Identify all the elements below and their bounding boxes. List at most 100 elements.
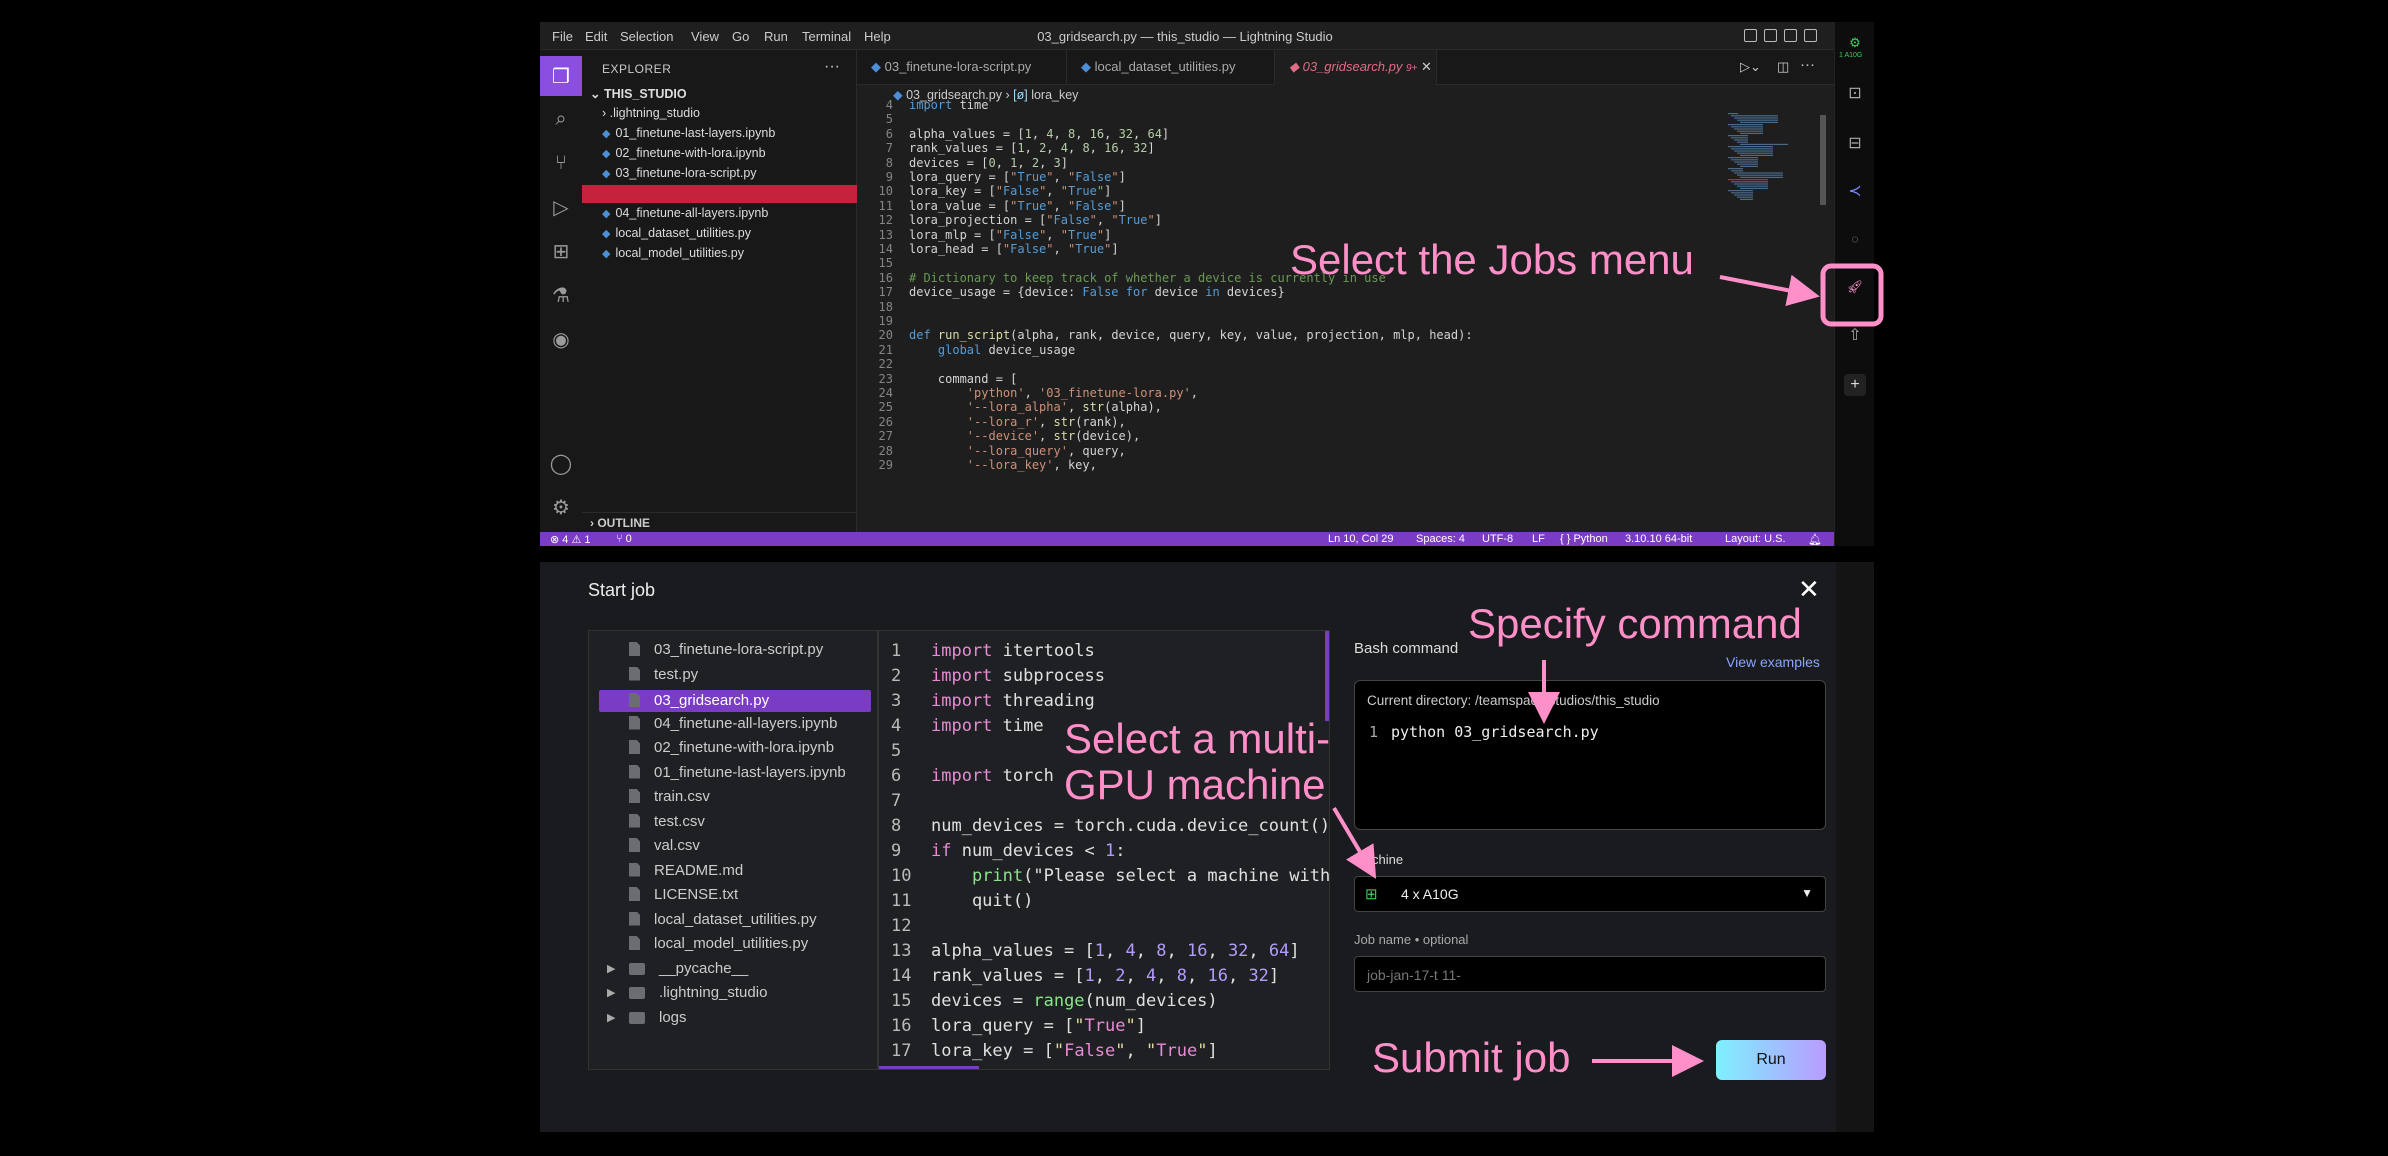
menu-selection[interactable]: Selection [620, 29, 673, 44]
menu-go[interactable]: Go [732, 29, 749, 44]
customize-layout-icon[interactable] [1804, 29, 1817, 42]
code-line[interactable]: '--lora_query', query, [909, 444, 1126, 458]
add-plugin-icon[interactable]: + [1844, 374, 1866, 396]
explorer-item[interactable]: ◆ 04_finetune-all-layers.ipynb [602, 206, 768, 220]
code-line[interactable]: lora_query = ["True", "False"] [909, 170, 1126, 184]
code-line[interactable]: alpha_values = [1, 4, 8, 16, 32, 64] [909, 127, 1169, 141]
vertical-scrollbar[interactable] [1325, 631, 1329, 721]
code-line[interactable]: global device_usage [909, 343, 1075, 357]
close-icon[interactable]: ✕ [1421, 59, 1432, 74]
tab-gridsearch[interactable]: ◆ 03_gridsearch.py 9+ ✕ [1275, 50, 1437, 85]
account-icon[interactable]: ◯ [548, 450, 574, 476]
code-line[interactable]: '--lora_r', str(rank), [909, 415, 1126, 429]
tree-file[interactable]: 01_finetune-last-layers.ipynb [629, 764, 846, 781]
terminal-icon[interactable]: ⊡ [1844, 82, 1866, 104]
gpu-machine-icon[interactable]: ⚙ [1844, 32, 1866, 54]
tree-file[interactable]: 03_finetune-lora-script.py [629, 641, 823, 658]
explorer-item[interactable]: ◆ local_dataset_utilities.py [602, 226, 751, 240]
minimap[interactable] [1710, 105, 1834, 532]
folder-icon[interactable]: ⊟ [1844, 132, 1866, 154]
search-icon[interactable]: ⌕ [548, 106, 574, 132]
command-editor[interactable]: Current directory: /teamspace/studios/th… [1354, 680, 1826, 830]
code-line[interactable]: '--device', str(device), [909, 429, 1140, 443]
code-line[interactable]: device_usage = {device: False for device… [909, 285, 1285, 299]
job-name-input[interactable]: job-jan-17-t 11- [1354, 956, 1826, 992]
code-line[interactable]: rank_values = [1, 2, 4, 8, 16, 32] [909, 141, 1155, 155]
view-examples-link[interactable]: View examples [1726, 654, 1820, 670]
split-editor-icon[interactable]: ◫ [1777, 59, 1789, 75]
explorer-item[interactable]: ◆ 02_finetune-with-lora.ipynb [602, 146, 766, 160]
machine-select[interactable]: ⊞ 4 x A10G ▼ [1354, 876, 1826, 912]
ports-indicator[interactable]: ⑂ 0 [616, 533, 632, 545]
tree-folder[interactable]: ▶ .lightning_studio [607, 984, 767, 1001]
source-control-icon[interactable]: ⑂ [548, 150, 574, 176]
tab-local-dataset-utilities[interactable]: ◆ local_dataset_utilities.py [1067, 50, 1275, 85]
tree-file[interactable]: local_model_utilities.py [629, 935, 808, 952]
explorer-more-icon[interactable]: ··· [824, 58, 840, 76]
code-line[interactable]: lora_head = ["False", "True"] [909, 242, 1119, 256]
menu-edit[interactable]: Edit [585, 29, 607, 44]
toggle-secondary-sidebar-icon[interactable] [1784, 29, 1797, 42]
explorer-item[interactable]: ◆ local_model_utilities.py [602, 246, 744, 260]
code-line[interactable]: '--lora_key', key, [909, 458, 1097, 472]
explorer-item-selected[interactable]: 03_gridsearch.py [582, 185, 857, 203]
breadcrumb-symbol[interactable]: lora_key [1031, 88, 1078, 102]
tree-file[interactable]: test.py [629, 666, 698, 683]
explorer-item[interactable]: ◆ 03_finetune-lora-script.py [602, 166, 757, 180]
cursor-position[interactable]: Ln 10, Col 29 [1328, 533, 1393, 545]
keyboard-layout[interactable]: Layout: U.S. [1725, 533, 1786, 545]
github-icon[interactable]: ◉ [548, 326, 574, 352]
refresh-icon[interactable]: ◌ [1844, 228, 1866, 250]
indentation[interactable]: Spaces: 4 [1416, 533, 1465, 545]
tree-folder[interactable]: ▶ __pycache__ [607, 960, 748, 977]
settings-gear-icon[interactable]: ⚙ [548, 494, 574, 520]
toggle-sidebar-icon[interactable] [1744, 29, 1757, 42]
tree-file[interactable]: train.csv [629, 788, 710, 805]
code-line[interactable]: command = [ [909, 372, 1017, 386]
editor-more-icon[interactable]: ··· [1800, 56, 1815, 73]
code-line[interactable]: lora_value = ["True", "False"] [909, 199, 1126, 213]
menu-view[interactable]: View [691, 29, 719, 44]
testing-icon[interactable]: ⚗ [548, 282, 574, 308]
tab-finetune-lora-script[interactable]: ◆ 03_finetune-lora-script.py [857, 50, 1067, 85]
horizontal-scrollbar[interactable] [879, 1066, 979, 1069]
run-button[interactable]: Run [1716, 1040, 1826, 1080]
tensorboard-icon[interactable]: ⇧ [1844, 324, 1866, 346]
explorer-item[interactable]: ◆ 01_finetune-last-layers.ipynb [602, 126, 775, 140]
language-mode[interactable]: { } Python [1560, 533, 1608, 545]
code-line[interactable]: devices = [0, 1, 2, 3] [909, 156, 1068, 170]
tree-file[interactable]: val.csv [629, 837, 700, 854]
vscode-icon[interactable]: ≺ [1844, 180, 1866, 202]
root-folder[interactable]: ⌄ THIS_STUDIO [590, 86, 687, 101]
toggle-panel-icon[interactable] [1764, 29, 1777, 42]
notifications-bell-icon[interactable]: 🔔︎ [1808, 533, 1822, 546]
editor-scrollbar[interactable] [1820, 115, 1826, 205]
explorer-item[interactable]: › .lightning_studio [602, 106, 700, 120]
tree-file[interactable]: test.csv [629, 813, 705, 830]
code-line[interactable]: lora_projection = ["False", "True"] [909, 213, 1162, 227]
tree-file[interactable]: 04_finetune-all-layers.ipynb [629, 715, 837, 732]
tree-file[interactable]: LICENSE.txt [629, 886, 738, 903]
code-line[interactable]: '--lora_alpha', str(alpha), [909, 400, 1162, 414]
explorer-icon[interactable]: ❐ [540, 56, 582, 96]
tree-folder[interactable]: ▶ logs [607, 1009, 687, 1026]
outline-section[interactable]: › OUTLINE [582, 512, 857, 532]
menu-file[interactable]: File [552, 29, 573, 44]
run-file-icon[interactable]: ▷⌄ [1740, 59, 1761, 75]
code-line[interactable]: def run_script(alpha, rank, device, quer… [909, 328, 1473, 342]
code-line[interactable]: 'python', '03_finetune-lora.py', [909, 386, 1198, 400]
tree-file[interactable]: local_dataset_utilities.py [629, 911, 817, 928]
extensions-icon[interactable]: ⊞ [548, 238, 574, 264]
tree-file[interactable]: 02_finetune-with-lora.ipynb [629, 739, 834, 756]
tree-file[interactable]: README.md [629, 862, 743, 879]
line-ending[interactable]: LF [1532, 533, 1545, 545]
python-interpreter[interactable]: 3.10.10 64-bit [1625, 533, 1692, 545]
problems-indicator[interactable]: ⊗ 4 ⚠ 1 [550, 533, 590, 546]
jobs-rocket-icon[interactable]: 🚀︎ [1844, 276, 1866, 298]
code-line[interactable]: lora_mlp = ["False", "True"] [909, 228, 1111, 242]
menu-run[interactable]: Run [764, 29, 788, 44]
menu-help[interactable]: Help [864, 29, 891, 44]
code-line[interactable]: lora_key = ["False", "True"] [909, 184, 1111, 198]
run-debug-icon[interactable]: ▷ [548, 194, 574, 220]
code-line[interactable]: import time [909, 98, 988, 112]
